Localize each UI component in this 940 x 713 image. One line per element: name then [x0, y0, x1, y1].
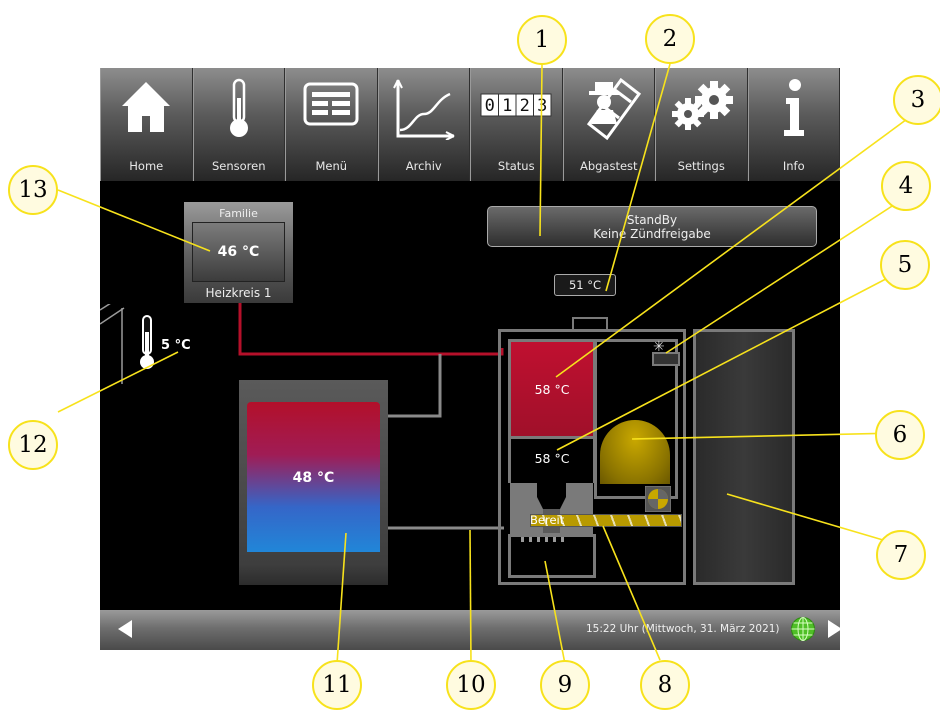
- callout-12: 12: [8, 420, 58, 470]
- callout-13: 13: [8, 165, 58, 215]
- callout-9: 9: [540, 660, 590, 710]
- callout-4: 4: [881, 161, 931, 211]
- callout-2: 2: [645, 14, 695, 64]
- callout-10: 10: [446, 660, 496, 710]
- callout-1: 1: [517, 15, 567, 65]
- callout-5: 5: [880, 240, 930, 290]
- callout-6: 6: [875, 410, 925, 460]
- callout-leader-lines: [57, 63, 919, 665]
- callout-7: 7: [876, 530, 926, 580]
- callout-11: 11: [312, 660, 362, 710]
- callout-8: 8: [640, 660, 690, 710]
- callout-3: 3: [893, 75, 940, 125]
